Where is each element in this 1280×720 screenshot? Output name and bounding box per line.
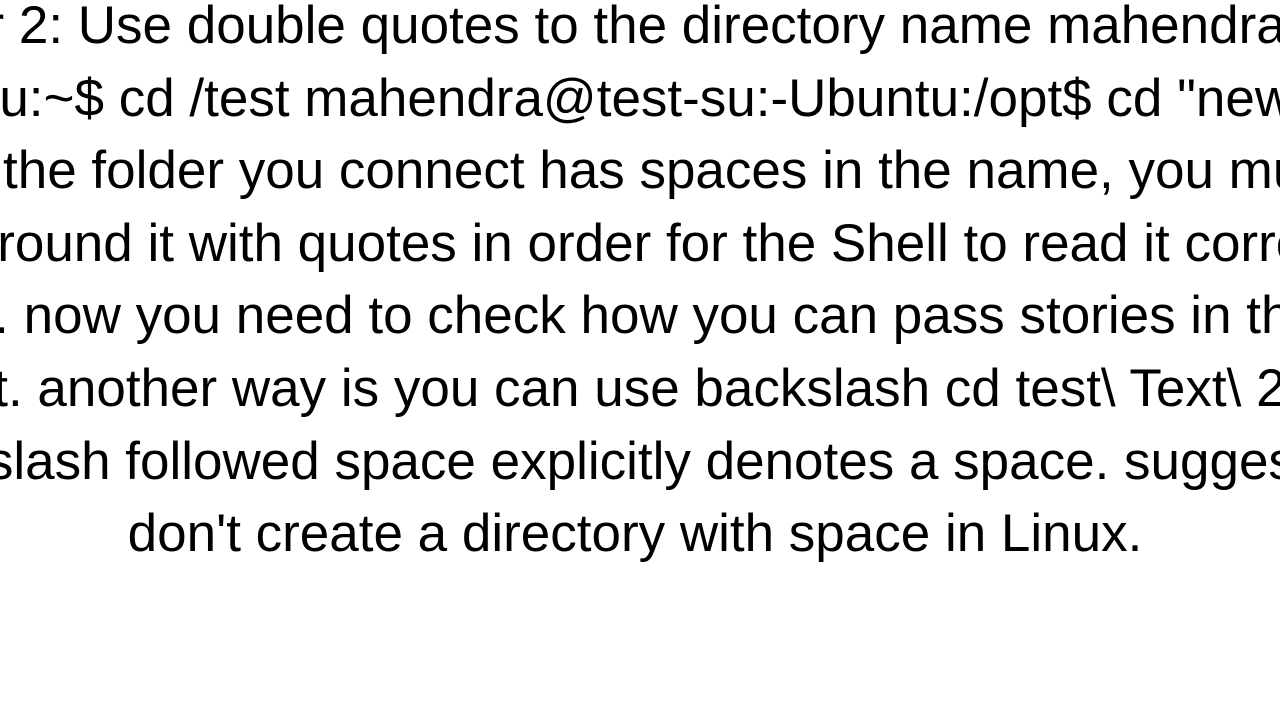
document-body: Answer 2: Use double quotes to the direc… bbox=[0, 0, 1280, 571]
